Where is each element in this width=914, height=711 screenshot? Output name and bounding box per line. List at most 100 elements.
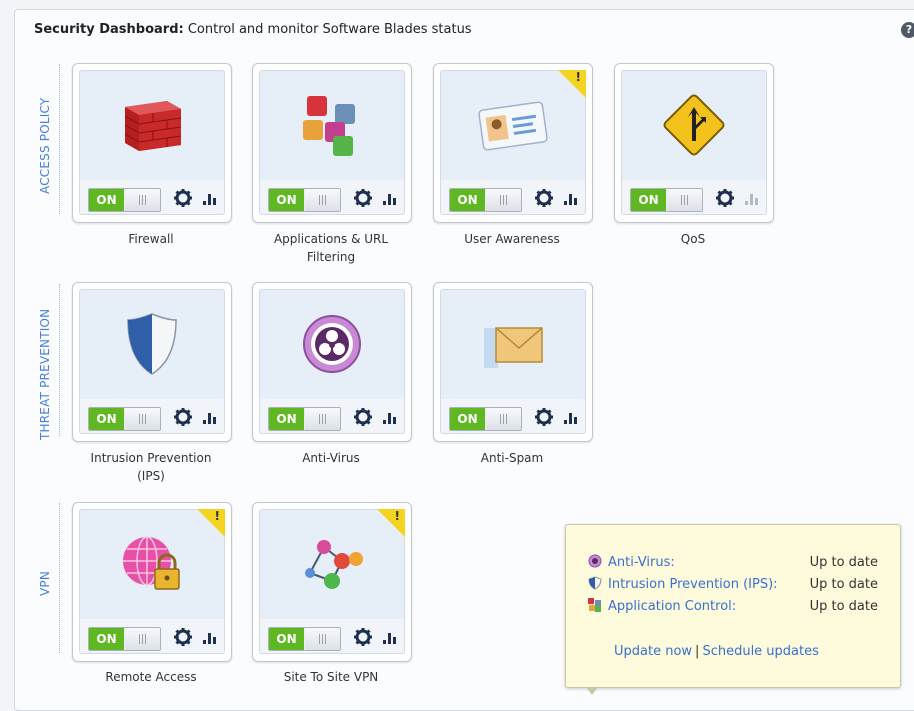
- blade-caption-anti-virus: Anti-Virus: [302, 451, 360, 465]
- toggle-on-label: ON: [450, 408, 485, 430]
- blade-icon-area[interactable]: [259, 289, 405, 401]
- link-separator: |: [695, 644, 700, 659]
- page-title: Security Dashboard: Control and monitor …: [34, 22, 472, 37]
- toggle-on-label: ON: [89, 408, 124, 430]
- blade-caption-intrusion-prevention: Intrusion Prevention (IPS): [61, 449, 241, 485]
- caption-line: Applications & URL: [273, 232, 389, 246]
- update-status-anti-virus: Up to date: [809, 555, 878, 570]
- gear-icon[interactable]: [534, 188, 554, 208]
- warning-badge: [197, 509, 225, 537]
- firewall-icon: [124, 101, 182, 151]
- update-status-ips: Up to date: [809, 577, 878, 592]
- caption-line: Filtering: [306, 250, 356, 264]
- on-off-toggle[interactable]: ON: [630, 188, 703, 212]
- section-label-access-policy: ACCESS POLICY: [38, 97, 52, 194]
- blade-caption-applications-url-filtering: Applications & URL Filtering: [241, 230, 421, 266]
- help-icon[interactable]: ?: [901, 22, 914, 38]
- page-title-desc: Control and monitor Software Blades stat…: [183, 22, 472, 37]
- statistics-icon[interactable]: [202, 190, 218, 206]
- on-off-toggle[interactable]: ON: [268, 188, 341, 212]
- biohazard-icon: [588, 554, 602, 568]
- blade-icon-area[interactable]: [621, 70, 767, 182]
- update-actions: Update now | Schedule updates: [614, 644, 819, 659]
- blade-firewall[interactable]: ON: [72, 63, 232, 223]
- section-divider: [59, 64, 60, 214]
- blade-caption-firewall: Firewall: [128, 232, 174, 246]
- section-divider: [59, 503, 60, 653]
- blade-controls: ON: [259, 619, 405, 654]
- blade-controls: ON: [259, 180, 405, 215]
- statistics-icon[interactable]: [563, 409, 579, 425]
- statistics-icon[interactable]: [563, 190, 579, 206]
- toggle-on-label: ON: [269, 628, 304, 650]
- on-off-toggle[interactable]: ON: [449, 407, 522, 431]
- update-link-application-control[interactable]: Application Control:: [608, 599, 736, 614]
- warning-badge: [558, 70, 586, 98]
- warning-icon: !: [575, 70, 581, 84]
- blade-caption-remote-access: Remote Access: [105, 670, 197, 684]
- blade-anti-spam[interactable]: ON: [433, 282, 593, 442]
- toggle-on-label: ON: [89, 628, 124, 650]
- blade-qos[interactable]: ON: [614, 63, 774, 223]
- gear-icon[interactable]: [353, 188, 373, 208]
- blade-controls: ON: [440, 399, 586, 434]
- caption-line: Intrusion Prevention: [90, 451, 212, 465]
- blade-caption-anti-spam: Anti-Spam: [480, 451, 544, 465]
- blade-caption-site-to-site-vpn: Site To Site VPN: [283, 670, 379, 684]
- on-off-toggle[interactable]: ON: [88, 627, 161, 651]
- statistics-icon[interactable]: [202, 629, 218, 645]
- update-row-anti-virus: Anti-Virus:: [588, 553, 675, 573]
- app-cubes-icon: [588, 598, 601, 612]
- blade-controls: ON: [440, 180, 586, 215]
- gear-icon[interactable]: [173, 627, 193, 647]
- gear-icon[interactable]: [353, 627, 373, 647]
- on-off-toggle[interactable]: ON: [88, 407, 161, 431]
- update-status-tooltip: Anti-Virus: Up to date Intrusion Prevent…: [565, 524, 901, 695]
- shield-icon: [588, 576, 602, 590]
- toggle-on-label: ON: [89, 189, 124, 211]
- gear-icon[interactable]: [353, 407, 373, 427]
- on-off-toggle[interactable]: ON: [88, 188, 161, 212]
- gear-icon[interactable]: [715, 188, 735, 208]
- shield-icon: [127, 313, 177, 375]
- gear-icon[interactable]: [173, 188, 193, 208]
- statistics-icon[interactable]: [202, 409, 218, 425]
- gear-icon[interactable]: [534, 407, 554, 427]
- schedule-updates-link[interactable]: Schedule updates: [702, 644, 818, 659]
- blade-controls: ON: [621, 180, 767, 215]
- blade-anti-virus[interactable]: ON: [252, 282, 412, 442]
- statistics-icon: [745, 194, 758, 205]
- update-row-application-control: Application Control:: [588, 597, 736, 617]
- blade-icon-area[interactable]: [440, 289, 586, 401]
- warning-icon: !: [394, 509, 400, 523]
- blade-icon-area[interactable]: [259, 70, 405, 182]
- globe-lock-icon: [123, 536, 180, 590]
- id-card-icon: [478, 101, 548, 151]
- blade-controls: ON: [79, 619, 225, 654]
- gear-icon[interactable]: [173, 407, 193, 427]
- on-off-toggle[interactable]: ON: [449, 188, 522, 212]
- toggle-on-label: ON: [269, 189, 304, 211]
- update-link-ips[interactable]: Intrusion Prevention (IPS):: [608, 577, 778, 592]
- network-nodes-icon: [305, 540, 363, 589]
- blade-icon-area[interactable]: [79, 70, 225, 182]
- update-now-link[interactable]: Update now: [614, 644, 692, 659]
- statistics-icon[interactable]: [382, 190, 398, 206]
- on-off-toggle[interactable]: ON: [268, 627, 341, 651]
- section-label-threat-prevention: THREAT PREVENTION: [38, 308, 52, 440]
- blade-site-to-site-vpn[interactable]: ! ON: [252, 502, 412, 662]
- statistics-icon[interactable]: [382, 629, 398, 645]
- blade-remote-access[interactable]: ! ON: [72, 502, 232, 662]
- blade-icon-area[interactable]: [79, 289, 225, 401]
- blade-applications-url-filtering[interactable]: ON: [252, 63, 412, 223]
- blade-user-awareness[interactable]: ! ON: [433, 63, 593, 223]
- warning-icon: !: [214, 509, 220, 523]
- toggle-on-label: ON: [450, 189, 485, 211]
- warning-badge: [377, 509, 405, 537]
- section-divider: [59, 284, 60, 436]
- blade-intrusion-prevention[interactable]: ON: [72, 282, 232, 442]
- on-off-toggle[interactable]: ON: [268, 407, 341, 431]
- envelope-icon: [484, 327, 543, 368]
- update-link-anti-virus[interactable]: Anti-Virus:: [608, 555, 675, 570]
- statistics-icon[interactable]: [382, 409, 398, 425]
